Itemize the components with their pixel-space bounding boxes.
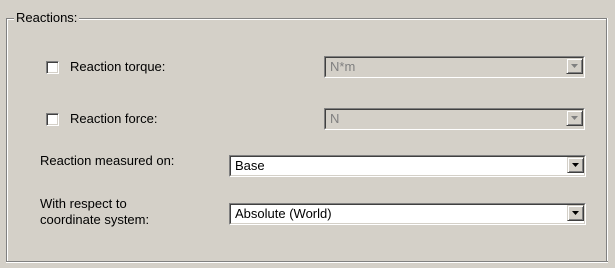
group-box-bottom-highlight (6, 262, 608, 263)
coordinate-system-label-line2: coordinate system: (40, 212, 150, 227)
measured-on-value: Base (235, 158, 265, 173)
reaction-force-label[interactable]: Reaction force: (70, 111, 157, 127)
chevron-down-icon (571, 116, 578, 120)
reaction-torque-units-dropdown-button[interactable] (566, 58, 583, 74)
group-box-legend: Reactions: (14, 10, 80, 26)
group-box-right-highlight (607, 18, 608, 263)
reaction-force-checkbox[interactable] (46, 112, 59, 126)
reaction-force-units-dropdown-button[interactable] (566, 110, 583, 126)
reaction-force-units-value: N (330, 111, 340, 126)
chevron-down-icon (571, 64, 578, 68)
coordinate-system-value: Absolute (World) (235, 206, 332, 221)
coordinate-system-dropdown-button[interactable] (567, 205, 584, 221)
measured-on-dropdown-button[interactable] (567, 157, 584, 173)
reaction-torque-checkbox[interactable] (46, 60, 59, 74)
reaction-torque-units-dropdown[interactable]: N*m (324, 56, 585, 78)
measured-on-dropdown[interactable]: Base (229, 155, 586, 177)
chevron-down-icon (572, 211, 579, 215)
reaction-force-row[interactable]: Reaction force: (46, 111, 157, 127)
measured-on-label: Reaction measured on: (40, 153, 175, 168)
coordinate-system-dropdown[interactable]: Absolute (World) (229, 203, 586, 225)
coordinate-system-label-line1: With respect to (40, 196, 127, 211)
chevron-down-icon (572, 163, 579, 167)
reaction-torque-label[interactable]: Reaction torque: (70, 59, 165, 75)
reaction-torque-units-value: N*m (330, 59, 356, 74)
reaction-force-units-dropdown[interactable]: N (324, 108, 585, 130)
reactions-panel: Reactions: Reaction torque: N*m Reaction… (0, 0, 615, 268)
reaction-torque-row[interactable]: Reaction torque: (46, 59, 165, 75)
